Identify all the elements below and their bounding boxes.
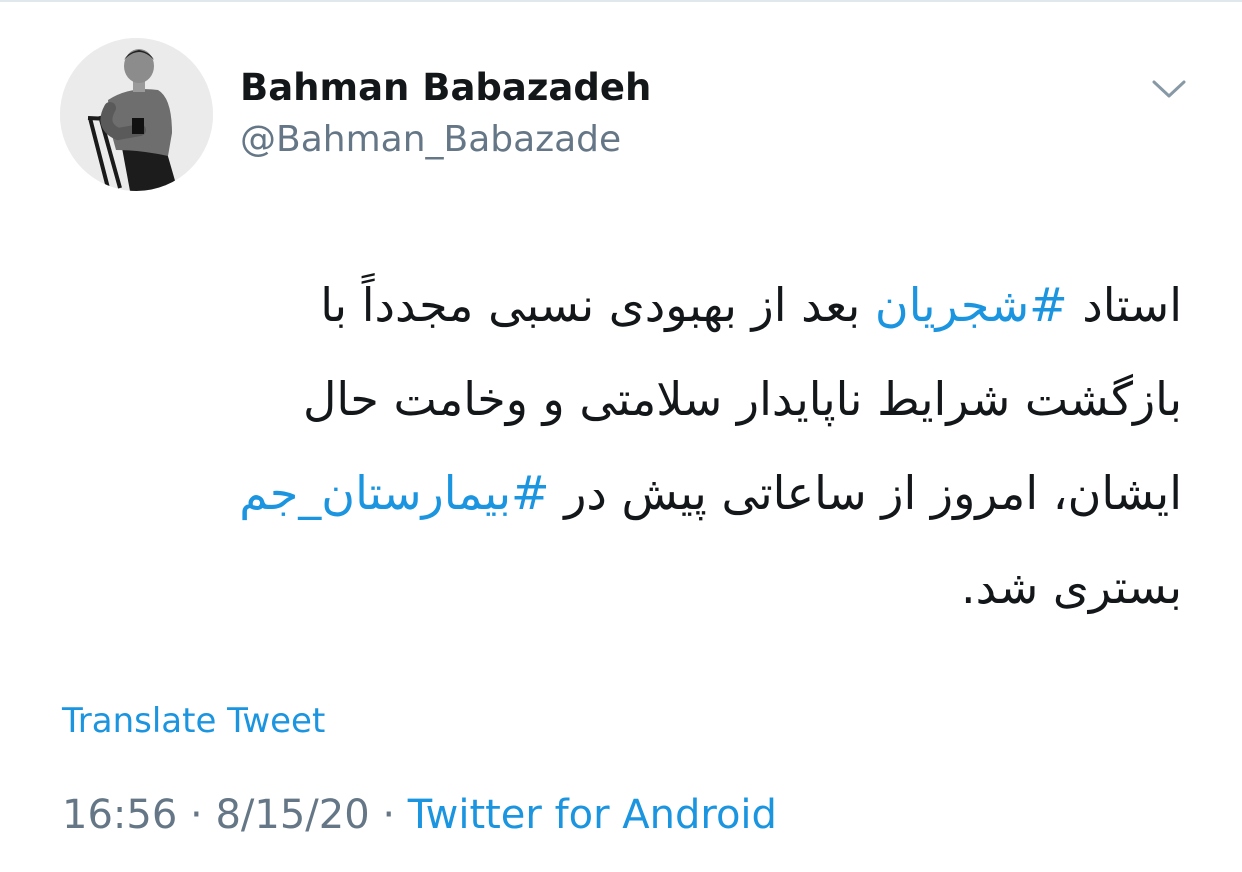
tweet-time[interactable]: 16:56 bbox=[62, 792, 177, 838]
display-name[interactable]: Bahman Babazadeh bbox=[240, 62, 651, 114]
avatar-photo-icon bbox=[60, 38, 213, 191]
tweet-line: بستری شد. bbox=[60, 540, 1182, 634]
top-divider bbox=[0, 0, 1242, 2]
tweet-line: ایشان، امروز از ساعاتی پیش در #بیمارستان… bbox=[60, 446, 1182, 540]
user-handle[interactable]: @Bahman_Babazade bbox=[240, 114, 651, 166]
translate-tweet-link[interactable]: Translate Tweet bbox=[62, 698, 325, 744]
hashtag-link[interactable]: #شجریان bbox=[875, 278, 1068, 332]
chevron-down-icon[interactable] bbox=[1148, 74, 1190, 104]
tweet-meta: 16:56 · 8/15/20 · Twitter for Android bbox=[62, 788, 777, 842]
tweet-text-segment: بستری شد. bbox=[960, 560, 1182, 614]
tweet-line: استاد #شجریان بعد از بهبودی نسبی مجدداً … bbox=[60, 258, 1182, 352]
tweet-line: بازگشت شرایط ناپایدار سلامتی و وخامت حال bbox=[60, 352, 1182, 446]
avatar[interactable] bbox=[60, 38, 213, 191]
tweet-date[interactable]: 8/15/20 bbox=[215, 792, 369, 838]
tweet-text-segment: ایشان، امروز از ساعاتی پیش در bbox=[549, 466, 1182, 520]
hashtag-link[interactable]: #بیمارستان_جم bbox=[239, 466, 549, 520]
meta-separator: · bbox=[382, 792, 396, 838]
tweet-source-link[interactable]: Twitter for Android bbox=[408, 792, 777, 838]
tweet-text-segment: بعد از بهبودی نسبی مجدداً با bbox=[320, 278, 875, 332]
user-info[interactable]: Bahman Babazadeh @Bahman_Babazade bbox=[240, 62, 651, 166]
tweet-text: استاد #شجریان بعد از بهبودی نسبی مجدداً … bbox=[60, 258, 1182, 634]
tweet-text-segment: بازگشت شرایط ناپایدار سلامتی و وخامت حال bbox=[302, 372, 1182, 426]
tweet-text-segment: استاد bbox=[1067, 278, 1182, 332]
meta-separator: · bbox=[190, 792, 203, 838]
